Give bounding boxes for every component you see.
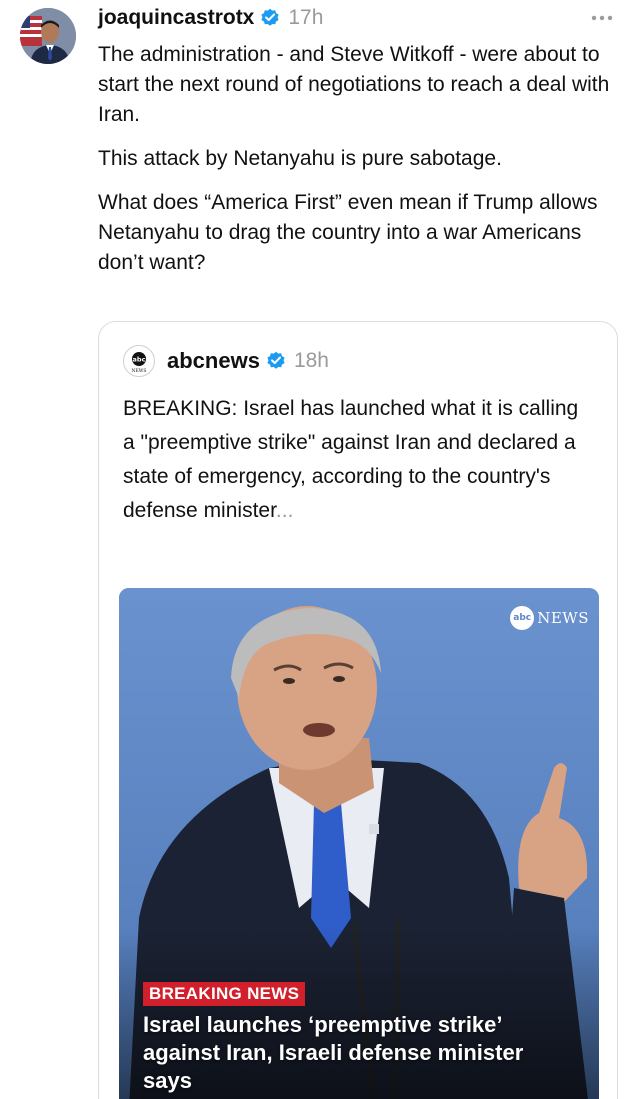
quoted-post-card[interactable]: abc NEWS abcnews 18h BREAKING: Israel ha… [98, 321, 618, 1099]
svg-text:abc: abc [133, 356, 146, 364]
abc-watermark-word: NEWS [537, 609, 589, 627]
abc-logo-icon: abc NEWS [132, 352, 147, 374]
ellipsis-icon [591, 15, 613, 21]
quoted-post-text: BREAKING: Israel has launched what it is… [123, 392, 593, 528]
avatar[interactable] [20, 8, 76, 64]
post-paragraph-1: The administration - and Steve Witkoff -… [98, 43, 610, 126]
quoted-text-ellipsis: ... [275, 499, 294, 522]
quoted-media-image[interactable]: abc NEWS BREAKING NEWS Israel launches ‘… [119, 588, 599, 1099]
profile-photo [20, 8, 76, 64]
abc-news-watermark: abc NEWS [510, 606, 589, 630]
post-body: The administration - and Steve Witkoff -… [98, 40, 628, 292]
post-paragraph-3: What does “America First” even mean if T… [98, 191, 598, 274]
post-header: joaquincastrotx 17h [98, 4, 616, 32]
quoted-username[interactable]: abcnews [167, 348, 260, 374]
post-username[interactable]: joaquincastrotx [98, 6, 254, 30]
svg-text:NEWS: NEWS [132, 368, 147, 374]
post-paragraph-2: This attack by Netanyahu is pure sabotag… [98, 147, 502, 170]
quoted-text-body: BREAKING: Israel has launched what it is… [123, 397, 579, 522]
quoted-timestamp: 18h [293, 349, 329, 372]
verified-badge-icon [266, 351, 286, 371]
post-timestamp: 17h [288, 6, 324, 29]
quoted-post-header: abc NEWS abcnews 18h [123, 344, 329, 378]
verified-badge-icon [260, 8, 280, 28]
more-options-button[interactable] [588, 4, 616, 32]
abc-watermark-logo: abc [510, 606, 535, 630]
news-headline: Israel launches ‘preemptive strike’ agai… [143, 1012, 524, 1093]
thread-post: joaquincastrotx 17h The administration -… [0, 0, 640, 1099]
abcnews-avatar[interactable]: abc NEWS [123, 345, 155, 377]
breaking-news-label: BREAKING NEWS [143, 982, 306, 1006]
